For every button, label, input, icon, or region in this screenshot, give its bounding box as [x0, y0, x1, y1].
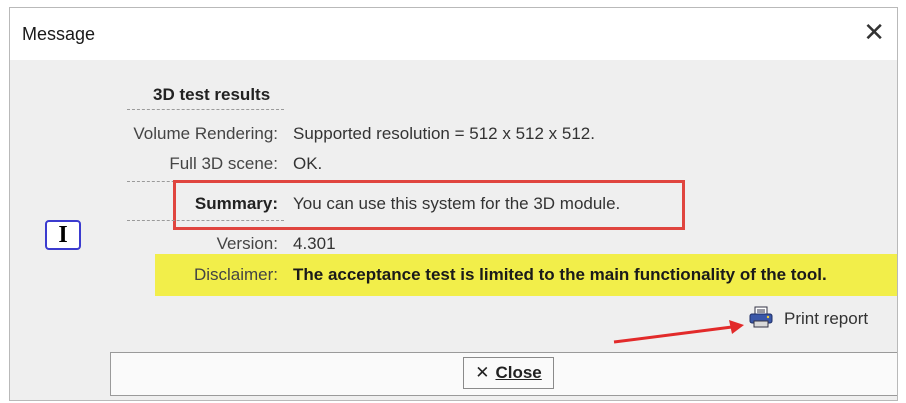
close-button-icon: ✕ [475, 363, 490, 383]
full-scene-value: OK. [293, 154, 323, 173]
volume-rendering-label: Volume Rendering: [133, 124, 278, 143]
print-report-link[interactable]: Print report [748, 306, 868, 333]
volume-rendering-value: Supported resolution = 512 x 512 x 512. [293, 124, 595, 143]
close-button-label: Close [495, 363, 542, 382]
close-icon[interactable]: ✕ [863, 17, 885, 49]
message-dialog: Message ✕ I 3D test results Volume Rende… [9, 7, 898, 401]
summary-label: Summary: [194, 194, 278, 213]
title-bar: Message ✕ [10, 8, 897, 60]
heading-separator [127, 109, 284, 110]
print-report-label: Print report [784, 308, 869, 328]
version-label: Version: [216, 234, 278, 253]
printer-icon [748, 306, 774, 333]
close-button[interactable]: ✕ Close [463, 357, 554, 389]
version-value: 4.301 [293, 234, 336, 253]
full-scene-label: Full 3D scene: [169, 154, 278, 173]
info-icon: I [45, 220, 81, 250]
annotation-arrow [613, 320, 744, 344]
summary-separator [127, 220, 284, 221]
dialog-title: Message [22, 24, 96, 44]
disclaimer-value: The acceptance test is limited to the ma… [293, 265, 827, 284]
disclaimer-label: Disclaimer: [193, 265, 278, 284]
summary-value: You can use this system for the 3D modul… [293, 194, 621, 213]
results-heading: 3D test results [153, 85, 271, 104]
